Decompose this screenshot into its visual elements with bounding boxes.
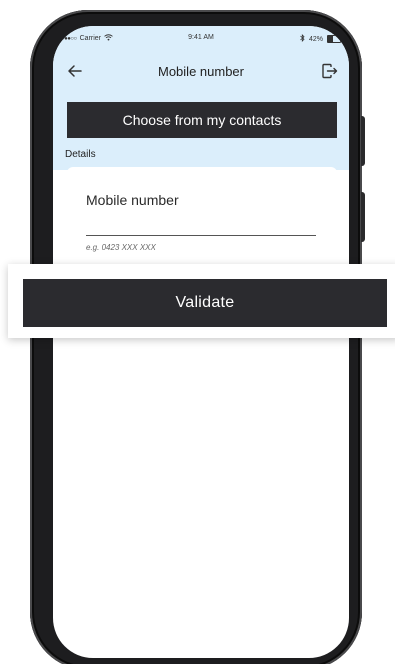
status-right: 42% [300,34,341,44]
mobile-number-hint: e.g. 0423 XXX XXX [86,243,156,252]
battery-fill [328,36,334,42]
validate-panel: Validate [8,264,395,338]
details-section-label: Details [65,149,96,160]
battery-icon [327,35,341,43]
page-title: Mobile number [158,64,244,79]
volume-up-button [361,116,365,166]
phone-screen: ●●●○○ Carrier 9:41 AM 42% Mobile number … [53,26,349,658]
logout-icon [322,63,338,79]
validate-button[interactable]: Validate [23,279,387,327]
logout-button[interactable] [319,61,341,81]
bluetooth-icon [300,34,305,44]
input-underline [86,235,316,236]
battery-percent: 42% [308,35,323,43]
status-bar: ●●●○○ Carrier 9:41 AM 42% [53,26,349,48]
nav-bar: Mobile number [53,58,349,86]
mobile-number-label: Mobile number [86,192,179,208]
volume-down-button [361,192,365,242]
choose-contacts-button[interactable]: Choose from my contacts [67,102,337,138]
mobile-number-input[interactable] [86,221,316,235]
stage: ●●●○○ Carrier 9:41 AM 42% Mobile number … [0,0,395,664]
